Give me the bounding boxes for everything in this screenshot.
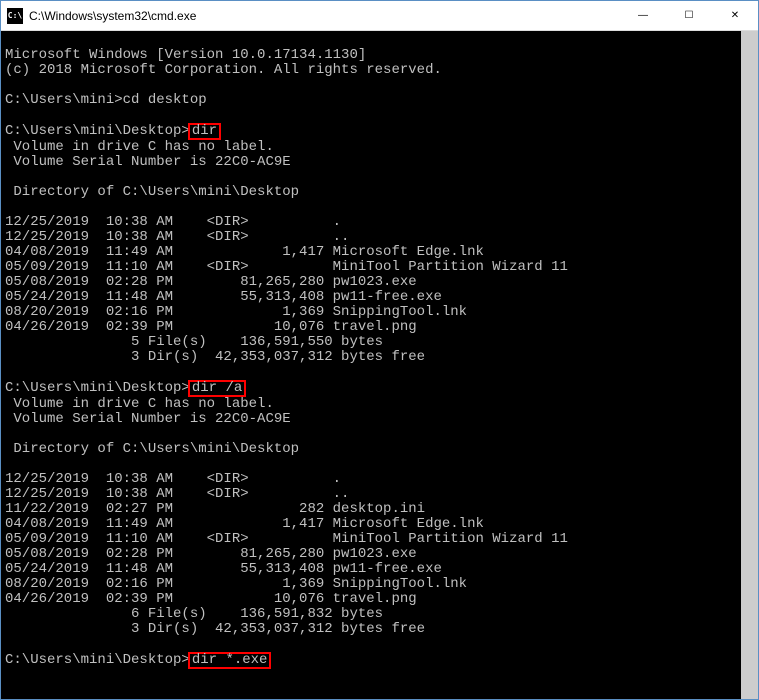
listing-row: 12/25/2019 10:38 AM <DIR> .	[5, 471, 341, 487]
listing-row: 11/22/2019 02:27 PM 282 desktop.ini	[5, 501, 425, 517]
close-button[interactable]: ✕	[712, 1, 758, 30]
listing-row: 08/20/2019 02:16 PM 1,369 SnippingTool.l…	[5, 304, 467, 320]
listing-row: 04/08/2019 11:49 AM 1,417 Microsoft Edge…	[5, 244, 484, 260]
vertical-scrollbar[interactable]	[741, 31, 758, 699]
console-line: (c) 2018 Microsoft Corporation. All righ…	[5, 62, 442, 78]
highlighted-command: dir	[188, 123, 221, 140]
listing-row: 6 File(s) 136,591,832 bytes	[5, 606, 383, 622]
listing-row: 3 Dir(s) 42,353,037,312 bytes free	[5, 621, 425, 637]
prompt: C:\Users\mini\Desktop>	[5, 652, 190, 668]
command-input: cd desktop	[123, 92, 207, 108]
listing-row: 05/09/2019 11:10 AM <DIR> MiniTool Parti…	[5, 531, 568, 547]
listing-row: 05/08/2019 02:28 PM 81,265,280 pw1023.ex…	[5, 274, 417, 290]
listing-row: 05/24/2019 11:48 AM 55,313,408 pw11-free…	[5, 289, 442, 305]
prompt: C:\Users\mini\Desktop>	[5, 123, 190, 139]
window-title: C:\Windows\system32\cmd.exe	[29, 9, 620, 23]
listing-row: 04/26/2019 02:39 PM 10,076 travel.png	[5, 319, 417, 335]
console-line: Directory of C:\Users\mini\Desktop	[5, 441, 299, 457]
console-line: Directory of C:\Users\mini\Desktop	[5, 184, 299, 200]
console-line: Microsoft Windows [Version 10.0.17134.11…	[5, 47, 366, 63]
maximize-button[interactable]: ☐	[666, 1, 712, 30]
console-output[interactable]: Microsoft Windows [Version 10.0.17134.11…	[1, 31, 758, 699]
listing-row: 05/08/2019 02:28 PM 81,265,280 pw1023.ex…	[5, 546, 417, 562]
listing-row: 12/25/2019 10:38 AM <DIR> .	[5, 214, 341, 230]
console-line: Volume Serial Number is 22C0-AC9E	[5, 411, 291, 427]
prompt: C:\Users\mini>	[5, 92, 123, 108]
listing-row: 05/24/2019 11:48 AM 55,313,408 pw11-free…	[5, 561, 442, 577]
console-line: Volume Serial Number is 22C0-AC9E	[5, 154, 291, 170]
console-line: Volume in drive C has no label.	[5, 139, 274, 155]
listing-row: 12/25/2019 10:38 AM <DIR> ..	[5, 486, 349, 502]
scrollbar-thumb[interactable]	[741, 31, 758, 699]
cmd-icon: C:\	[7, 8, 23, 24]
listing-row: 04/26/2019 02:39 PM 10,076 travel.png	[5, 591, 417, 607]
listing-row: 12/25/2019 10:38 AM <DIR> ..	[5, 229, 349, 245]
listing-row: 08/20/2019 02:16 PM 1,369 SnippingTool.l…	[5, 576, 467, 592]
minimize-button[interactable]: —	[620, 1, 666, 30]
console-line: Volume in drive C has no label.	[5, 396, 274, 412]
prompt: C:\Users\mini\Desktop>	[5, 380, 190, 396]
listing-row: 3 Dir(s) 42,353,037,312 bytes free	[5, 349, 425, 365]
listing-row: 5 File(s) 136,591,550 bytes	[5, 334, 383, 350]
window-controls: — ☐ ✕	[620, 1, 758, 30]
listing-row: 05/09/2019 11:10 AM <DIR> MiniTool Parti…	[5, 259, 568, 275]
highlighted-command: dir *.exe	[188, 652, 272, 669]
listing-row: 04/08/2019 11:49 AM 1,417 Microsoft Edge…	[5, 516, 484, 532]
window-titlebar[interactable]: C:\ C:\Windows\system32\cmd.exe — ☐ ✕	[1, 1, 758, 31]
highlighted-command: dir /a	[188, 380, 246, 397]
